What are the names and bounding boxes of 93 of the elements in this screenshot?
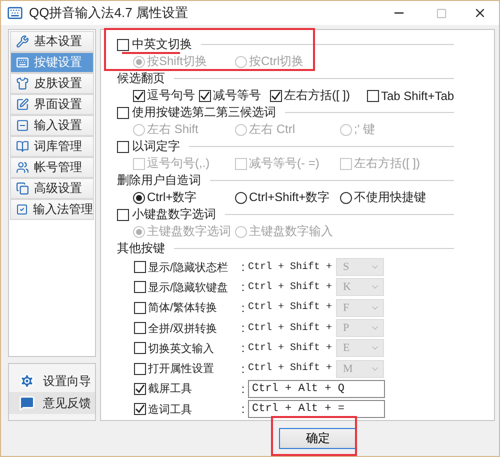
radio-button[interactable] — [235, 192, 247, 204]
hotkey-label: 切换英文输入 — [148, 342, 215, 356]
radio-button[interactable] — [340, 192, 352, 204]
shirt-icon — [16, 77, 29, 90]
sidebar-item[interactable]: 基本设置 — [10, 31, 94, 52]
sidebar-item[interactable]: 界面设置 — [10, 94, 94, 115]
option-label: 按Ctrl切换 — [249, 53, 304, 70]
pen-icon — [16, 98, 29, 111]
option-label: 逗号句号(,.) — [147, 155, 210, 172]
chat-icon — [19, 395, 35, 411]
group-title: 小键盘数字选词 — [132, 208, 216, 221]
checkbox[interactable] — [134, 362, 146, 375]
option-label: 左右 Shift — [147, 121, 198, 138]
checkbox[interactable] — [134, 302, 146, 314]
check-icon — [16, 203, 28, 216]
option-label: 左右方括([ ]) — [284, 87, 350, 104]
option-label: 主键盘数字选词 — [147, 223, 231, 240]
hotkey-prefix: Ctrl + Shift + — [248, 363, 334, 374]
group-title: 删除用户自造词 — [117, 174, 201, 187]
sidebar-item[interactable]: 帐号管理 — [10, 157, 94, 178]
sidebar-item[interactable]: 词库管理 — [10, 136, 94, 157]
radio-button[interactable] — [133, 192, 145, 204]
footer-link[interactable]: 意见反馈 — [9, 392, 95, 414]
checkbox[interactable] — [134, 322, 146, 334]
close-icon[interactable] — [473, 6, 487, 20]
colon: : — [240, 280, 246, 294]
colon: : — [240, 362, 246, 376]
option-label: 不使用快捷键 — [354, 189, 426, 206]
checkbox[interactable] — [270, 90, 282, 102]
colon: : — [240, 260, 246, 274]
sidebar-item[interactable]: 皮肤设置 — [10, 73, 94, 94]
option-label: 逗号句号 — [147, 87, 195, 104]
hotkey-field[interactable]: Ctrl + Alt + Q — [248, 380, 385, 398]
ok-button[interactable]: 确定 — [279, 428, 357, 449]
group-title: 使用按键选第二第三候选词 — [132, 106, 276, 119]
minus-icon — [16, 119, 29, 132]
hotkey-label: 造词工具 — [148, 402, 193, 417]
checkbox[interactable] — [117, 208, 129, 220]
group-title: 以词定字 — [132, 140, 180, 153]
footer-link[interactable]: 设置向导 — [9, 370, 95, 392]
gear-icon — [19, 373, 35, 389]
hotkey-prefix: Ctrl + Shift + — [248, 262, 334, 273]
book-icon — [16, 140, 29, 153]
option-label: 减号等号 — [213, 87, 261, 104]
colon: : — [240, 321, 246, 336]
option-label: 左右 Ctrl — [249, 121, 295, 138]
hotkey-label: 简体/繁体转换 — [148, 301, 218, 316]
checkbox[interactable] — [117, 38, 129, 50]
hotkey-label: 全拼/双拼转换 — [148, 322, 218, 336]
colon: : — [240, 341, 246, 356]
hotkey-label: 显示/隐藏软键盘 — [148, 280, 230, 295]
colon: : — [240, 300, 246, 315]
hotkey-field[interactable]: Ctrl + Alt + = — [248, 400, 385, 418]
sidebar-item[interactable]: 输入法管理 — [10, 199, 94, 220]
hotkey-prefix: Ctrl + Shift + — [248, 342, 334, 354]
hotkey-prefix: Ctrl + Shift + — [248, 322, 334, 334]
sidebar-item[interactable]: 输入设置 — [10, 115, 94, 136]
checkbox[interactable] — [134, 342, 146, 354]
colon: : — [240, 402, 246, 416]
underline-mark — [122, 52, 180, 54]
checkbox[interactable] — [117, 140, 129, 152]
app-icon — [7, 5, 23, 21]
option-label: Ctrl+Shift+数字 — [249, 189, 330, 206]
hotkey-label: 显示/隐藏状态栏 — [148, 260, 230, 275]
group-title: 其他按键 — [117, 242, 165, 255]
hotkey-label: 截屏工具 — [148, 382, 193, 396]
option-label: ;' 键 — [354, 121, 375, 138]
wrench-icon — [16, 35, 29, 48]
checkbox[interactable] — [367, 90, 379, 102]
hotkey-prefix: Ctrl + Shift + — [248, 282, 334, 293]
checkbox[interactable] — [199, 90, 211, 102]
hotkey-prefix: Ctrl + Shift + — [248, 302, 334, 314]
option-label: Tab Shift+Tab — [381, 88, 454, 102]
checkbox[interactable] — [134, 281, 146, 294]
group-title: 中英文切换 — [132, 38, 192, 51]
checkbox[interactable] — [117, 106, 129, 118]
users-icon — [16, 161, 29, 174]
checkbox[interactable] — [134, 261, 146, 274]
checkbox[interactable] — [134, 382, 146, 395]
group-title: 候选翻页 — [117, 72, 165, 85]
window-title: QQ拼音输入法4.7 属性设置 — [29, 4, 189, 22]
option-label: Ctrl+数字 — [147, 189, 197, 206]
sidebar-item[interactable]: 高级设置 — [10, 178, 94, 199]
colon: : — [240, 382, 246, 396]
option-label: 左右方括([ ]) — [354, 155, 420, 172]
checkbox[interactable] — [133, 90, 145, 102]
copy-icon — [16, 182, 29, 195]
option-label: 按Shift切换 — [147, 53, 208, 70]
option-label: 减号等号(- =) — [249, 155, 320, 172]
option-label: 主键盘数字输入 — [249, 223, 333, 240]
keyboard-icon — [16, 56, 29, 69]
checkbox[interactable] — [134, 403, 146, 416]
hotkey-label: 打开属性设置 — [148, 362, 215, 376]
